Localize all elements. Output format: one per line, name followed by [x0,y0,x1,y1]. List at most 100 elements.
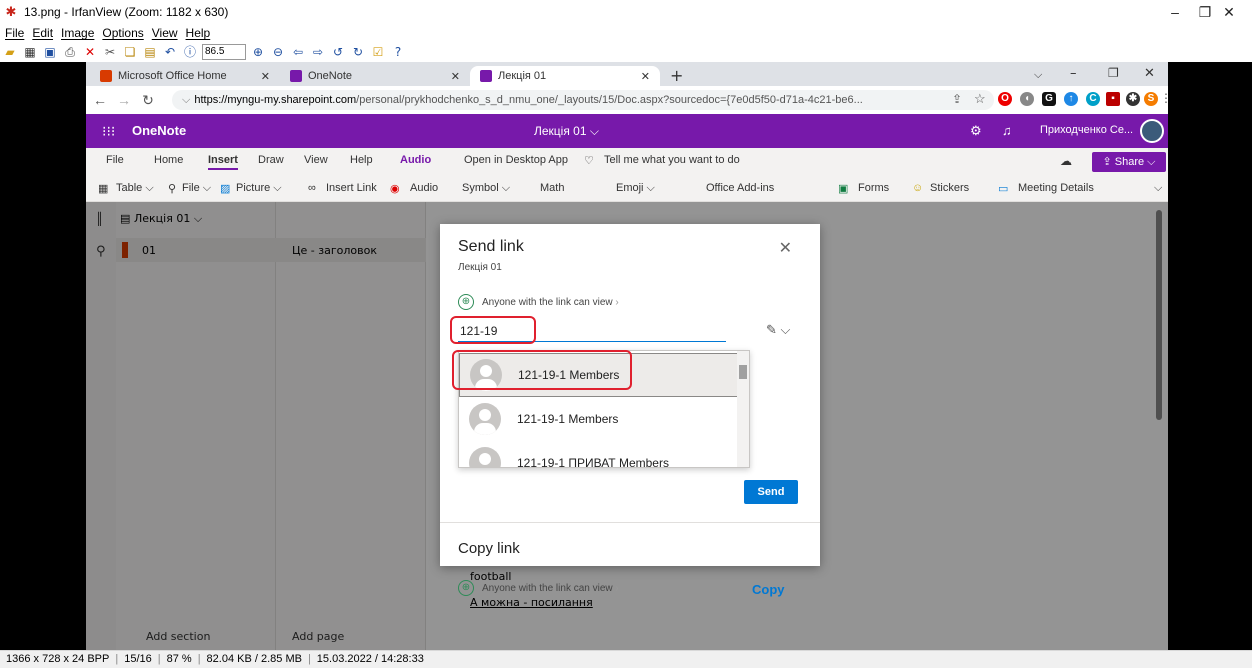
open-desktop-app[interactable]: Open in Desktop App [464,154,568,166]
tab-onenote[interactable]: OneNote ✕ [280,66,470,86]
symbol-button[interactable]: Symbol ⌵ [462,182,510,195]
rotate-left-icon[interactable]: ↺ [330,44,346,60]
menu-options[interactable]: Options [102,26,143,40]
copy-button[interactable]: Copy [752,582,785,597]
dropdown-scrollbar[interactable] [737,351,749,467]
close-tab-icon[interactable]: ✕ [451,70,460,83]
suggestion-option-2[interactable]: 121-19-1 Members [459,397,739,441]
app-name[interactable]: OneNote [132,123,186,138]
c-extension-icon[interactable]: C [1086,92,1100,106]
grammar-extension-icon[interactable]: G [1042,92,1056,106]
close-dialog-icon[interactable]: ✕ [779,238,792,258]
close-tab-icon[interactable]: ✕ [641,70,650,83]
address-row: ← → ↻ ⌵ https://myngu-my.sharepoint.com/p… [86,86,1168,114]
settings-icon[interactable]: ☑ [370,44,386,60]
tab-audio[interactable]: Audio [400,154,431,166]
user-avatar[interactable] [1140,119,1164,143]
cut-icon[interactable]: ✂ [102,44,118,60]
forward-icon[interactable]: → [114,92,134,108]
extensions-puzzle-icon[interactable]: ✱ [1126,92,1140,106]
table-button[interactable]: Table ⌵ [116,182,154,195]
site-info-icon[interactable]: ⌵ [182,94,190,106]
picture-button[interactable]: Picture ⌵ [236,182,282,195]
link-permission[interactable]: Anyone with the link can view › [482,297,619,308]
tab-lecture[interactable]: Лекція 01 ✕ [470,66,660,86]
close-icon[interactable]: ✕ [1206,0,1252,24]
tab-view[interactable]: View [304,154,328,166]
info-icon[interactable]: ⓘ [182,44,198,60]
menu-view[interactable]: View [152,26,178,40]
share-button[interactable]: ⇪ Share ⌵ [1092,152,1166,172]
tab-file[interactable]: File [106,154,124,166]
profile-avatar[interactable]: S [1144,92,1158,106]
catch-up-icon[interactable]: ☁ [1060,154,1072,168]
tab-insert[interactable]: Insert [208,154,238,170]
extension-icon[interactable]: ◖ [1020,92,1034,106]
opera-icon[interactable]: O [998,92,1012,106]
next-icon[interactable]: ⇨ [310,44,326,60]
picture-icon: ▨ [220,183,231,195]
reload-icon[interactable]: ↻ [138,92,158,109]
tab-search-icon[interactable]: ⌵ [1034,68,1042,82]
menu-help[interactable]: Help [186,26,211,40]
back-icon[interactable]: ← [90,92,110,108]
browser-restore-icon[interactable]: ❐ [1108,66,1119,80]
print-icon[interactable]: ⎙ [62,44,78,60]
office-addins-button[interactable]: Office Add-ins [706,182,774,194]
url-bar[interactable]: ⌵ https://myngu-my.sharepoint.com/persona… [172,90,994,110]
help-icon[interactable]: ? [390,44,406,60]
forms-button[interactable]: Forms [858,182,889,194]
document-title[interactable]: Лекція 01 ⌵ [534,124,599,139]
zoom-select[interactable]: 86.5 [202,44,246,60]
notifications-bell-icon[interactable]: ♫ [1002,123,1012,138]
copy-icon[interactable]: ❏ [122,44,138,60]
browser-close-icon[interactable]: ✕ [1144,66,1155,81]
tell-me-search[interactable]: Tell me what you want to do [604,154,740,166]
open-icon[interactable]: ▰ [2,44,18,60]
menu-file[interactable]: File [5,26,24,40]
paste-icon[interactable]: ▤ [142,44,158,60]
user-name[interactable]: Приходченко Се... [1040,124,1133,136]
send-button[interactable]: Send [744,480,798,504]
copy-link-permission[interactable]: Anyone with the link can view › [482,583,619,594]
meeting-details-button[interactable]: Meeting Details [1018,182,1094,194]
viewer-titlebar: ✱ 13.png - IrfanView (Zoom: 1182 x 630) … [0,0,1252,24]
audio-button[interactable]: Audio [410,182,438,194]
stickers-button[interactable]: Stickers [930,182,969,194]
status-datetime: 15.03.2022 / 14:28:33 [316,653,424,665]
share-page-icon[interactable]: ⇪ [952,92,962,106]
tab-home[interactable]: Home [154,154,183,166]
rotate-right-icon[interactable]: ↻ [350,44,366,60]
ribbon-expand-icon[interactable]: ⌵ [1154,182,1162,195]
file-button[interactable]: File ⌵ [182,182,211,195]
viewer-statusbar: 1366 x 728 x 24 BPP | 15/16 | 87 % | 82.04 … [0,650,1252,668]
browser-menu-icon[interactable]: ⋮ [1160,91,1168,105]
status-separator: | [115,653,119,665]
media-extension-icon[interactable]: ▪ [1106,92,1120,106]
delete-icon[interactable]: ✕ [82,44,98,60]
thumbnails-icon[interactable]: ▦ [22,44,38,60]
tab-office-home[interactable]: Microsoft Office Home ✕ [90,66,280,86]
bookmark-star-icon[interactable]: ☆ [974,91,986,107]
tab-help[interactable]: Help [350,154,373,166]
new-tab-icon[interactable]: + [670,66,683,85]
menu-image[interactable]: Image [61,26,94,40]
math-button[interactable]: Math [540,182,564,194]
emoji-button[interactable]: Emoji ⌵ [616,182,655,195]
insert-link-button[interactable]: Insert Link [326,182,377,194]
settings-gear-icon[interactable]: ⚙ [970,123,982,139]
tab-draw[interactable]: Draw [258,154,284,166]
scroll-thumb[interactable] [739,365,747,379]
suggestion-option-3[interactable]: 121-19-1 ПРИВАТ Members [459,441,739,467]
browser-minimize-icon[interactable]: – [1070,66,1077,81]
menu-edit[interactable]: Edit [32,26,53,40]
previous-icon[interactable]: ⇦ [290,44,306,60]
app-launcher-icon[interactable]: ⁝⁝⁝ [102,123,115,140]
vpn-extension-icon[interactable]: ↑ [1064,92,1078,106]
undo-icon[interactable]: ↶ [162,44,178,60]
zoom-in-icon[interactable]: ⊕ [250,44,266,60]
settings-pencil-icon[interactable]: ✎ ⌵ [766,322,790,338]
close-tab-icon[interactable]: ✕ [261,70,270,83]
zoom-out-icon[interactable]: ⊖ [270,44,286,60]
save-icon[interactable]: ▣ [42,44,58,60]
